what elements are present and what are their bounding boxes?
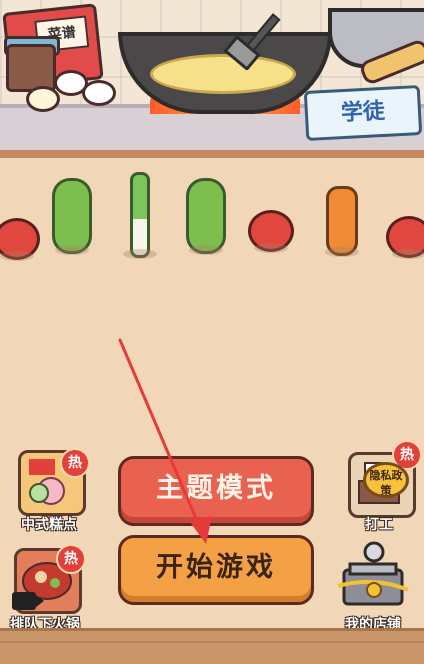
egg-icon [82, 80, 116, 106]
cucumber-character [186, 178, 226, 255]
tomato-character [386, 216, 424, 259]
chinese-pastry-label: 中式糕点 [21, 517, 77, 533]
cracked-egg-icon [26, 86, 60, 112]
rank-sign: 学徒 [303, 84, 423, 142]
cucumber-character [52, 178, 92, 255]
video-icon [12, 592, 44, 610]
kitchen-scene: 菜谱 学徒 [0, 0, 424, 158]
shop-icon[interactable] [334, 540, 410, 610]
spatula-icon [223, 13, 281, 70]
counter-edge [0, 150, 424, 158]
floor [0, 628, 424, 664]
start-game-button[interactable]: 开始游戏 [118, 535, 314, 605]
tomato-character [248, 210, 294, 253]
hot-badge: 热 [60, 448, 90, 478]
carrot-character [325, 186, 359, 257]
spice-jar-icon [6, 44, 56, 92]
theme-mode-button[interactable]: 主题模式 [118, 456, 314, 526]
privacy-policy-button[interactable]: 隐私政策 [363, 462, 409, 498]
scallion-character [123, 172, 157, 259]
part-time-work-label: 打工 [365, 517, 393, 533]
hot-badge: 热 [56, 544, 86, 574]
